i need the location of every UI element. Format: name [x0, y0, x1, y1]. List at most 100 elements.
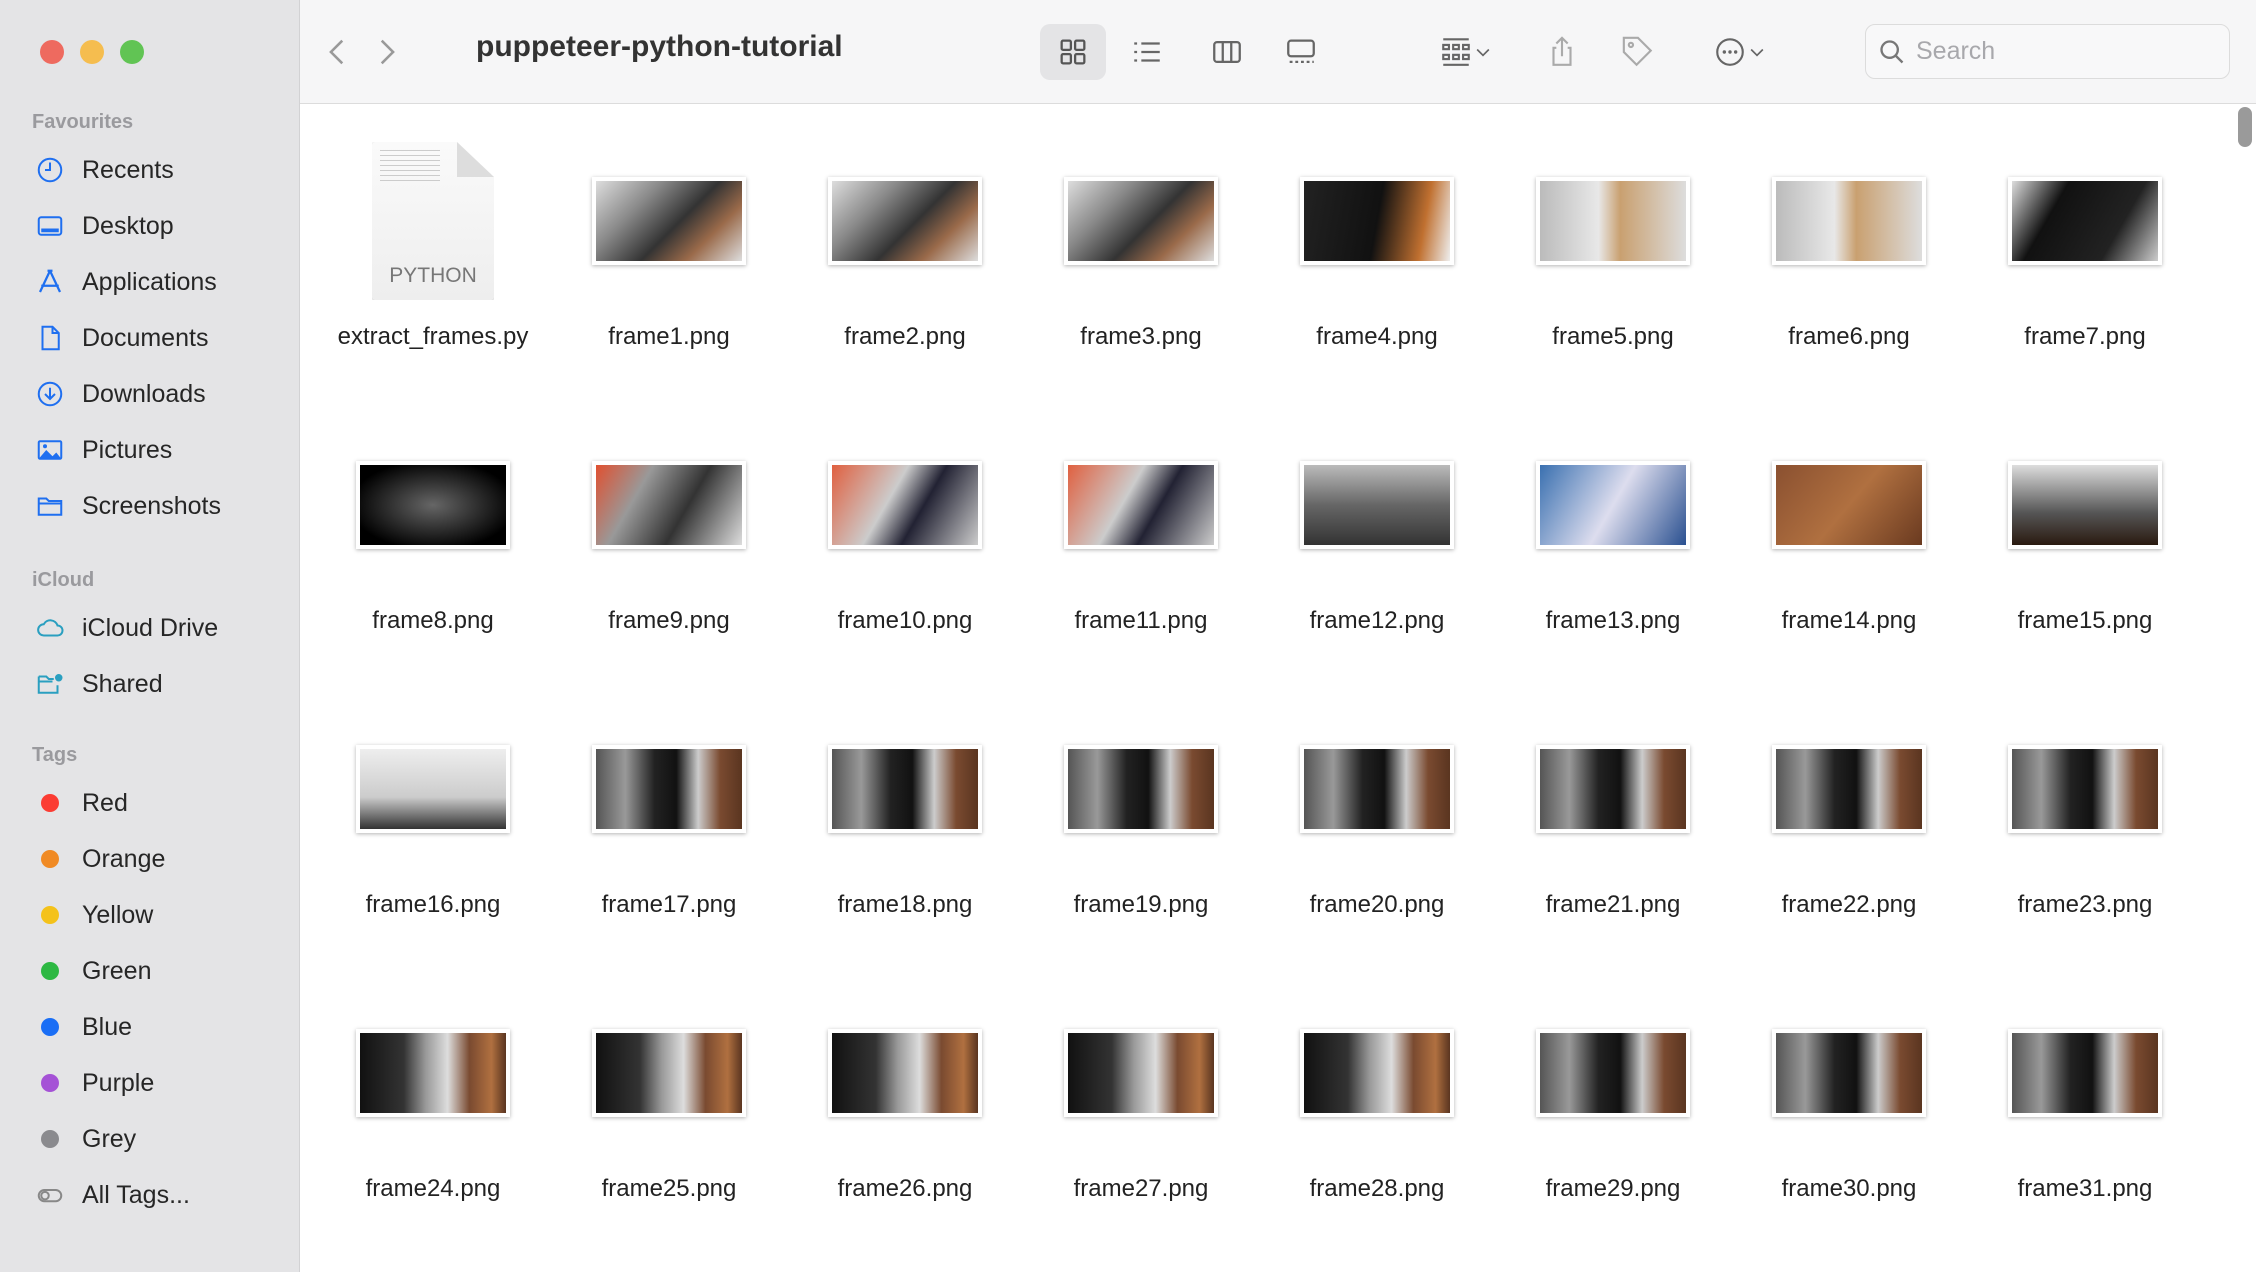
sidebar-item-all-tags[interactable]: All Tags... — [0, 1167, 299, 1223]
file-item[interactable]: frame4.png — [1259, 121, 1495, 405]
file-item[interactable]: frame10.png — [787, 405, 1023, 689]
list-view-button[interactable] — [1122, 28, 1172, 76]
file-item[interactable]: frame8.png — [315, 405, 551, 689]
gallery-icon — [1287, 39, 1315, 64]
file-item[interactable]: frame19.png — [1023, 689, 1259, 973]
sidebar-item-label: iCloud Drive — [82, 613, 219, 642]
file-item[interactable]: frame12.png — [1259, 405, 1495, 689]
file-item[interactable]: frame14.png — [1731, 405, 1967, 689]
file-name: frame5.png — [1552, 323, 1674, 350]
search-field[interactable] — [1865, 24, 2230, 79]
image-thumbnail — [1300, 1029, 1454, 1117]
image-thumbnail — [356, 461, 510, 549]
file-item[interactable]: frame30.png — [1731, 973, 1967, 1257]
sidebar-item-green[interactable]: Green — [0, 943, 299, 999]
sidebar-item-icloud-drive[interactable]: iCloud Drive — [0, 600, 299, 656]
sidebar-item-red[interactable]: Red — [0, 775, 299, 831]
sidebar-item-recents[interactable]: Recents — [0, 142, 299, 198]
file-item[interactable]: frame5.png — [1495, 121, 1731, 405]
close-button[interactable] — [40, 40, 64, 64]
tag-button[interactable] — [1616, 28, 1660, 76]
file-item[interactable]: frame20.png — [1259, 689, 1495, 973]
sidebar-item-documents[interactable]: Documents — [0, 310, 299, 366]
icon-view-button[interactable] — [1040, 24, 1106, 80]
file-item[interactable]: frame6.png — [1731, 121, 1967, 405]
file-name: frame26.png — [837, 1175, 973, 1202]
file-item[interactable]: frame28.png — [1259, 973, 1495, 1257]
file-icon-box — [551, 973, 787, 1173]
tag-dot-wrapper — [34, 899, 66, 931]
more-actions-button[interactable] — [1700, 28, 1780, 76]
share-button[interactable] — [1540, 28, 1584, 76]
sidebar-item-label: Red — [82, 788, 128, 817]
file-item[interactable]: frame25.png — [551, 973, 787, 1257]
image-thumbnail — [1300, 177, 1454, 265]
file-item[interactable]: frame11.png — [1023, 405, 1259, 689]
sidebar-item-label: Orange — [82, 844, 166, 873]
scrollbar[interactable] — [2238, 107, 2252, 147]
minimize-button[interactable] — [80, 40, 104, 64]
file-name: frame16.png — [365, 891, 501, 918]
file-item[interactable]: frame15.png — [1967, 405, 2203, 689]
sidebar-item-screenshots[interactable]: Screenshots — [0, 478, 299, 534]
file-item[interactable]: frame27.png — [1023, 973, 1259, 1257]
tag-color-icon — [41, 850, 59, 868]
file-item[interactable]: frame29.png — [1495, 973, 1731, 1257]
file-item[interactable]: frame7.png — [1967, 121, 2203, 405]
image-thumbnail — [1064, 1029, 1218, 1117]
image-thumbnail — [356, 1029, 510, 1117]
file-name: frame19.png — [1073, 891, 1209, 918]
sidebar-item-downloads[interactable]: Downloads — [0, 366, 299, 422]
image-thumbnail — [828, 177, 982, 265]
sidebar-item-purple[interactable]: Purple — [0, 1055, 299, 1111]
gallery-view-button[interactable] — [1276, 28, 1326, 76]
search-icon — [1880, 39, 1904, 63]
search-input[interactable] — [1916, 37, 2216, 66]
file-icon-box — [1967, 689, 2203, 889]
file-item[interactable]: frame1.png — [551, 121, 787, 405]
file-name: frame6.png — [1788, 323, 1910, 350]
file-name: frame22.png — [1781, 891, 1917, 918]
image-thumbnail — [592, 461, 746, 549]
sidebar-item-yellow[interactable]: Yellow — [0, 887, 299, 943]
column-view-button[interactable] — [1202, 28, 1252, 76]
sidebar-item-label: Blue — [82, 1012, 133, 1041]
sidebar-item-grey[interactable]: Grey — [0, 1111, 299, 1167]
file-item[interactable]: frame31.png — [1967, 973, 2203, 1257]
file-item[interactable]: frame21.png — [1495, 689, 1731, 973]
file-item[interactable]: frame24.png — [315, 973, 551, 1257]
grid-icon — [1060, 39, 1086, 65]
file-item[interactable]: frame18.png — [787, 689, 1023, 973]
file-item[interactable]: frame13.png — [1495, 405, 1731, 689]
file-icon-box — [551, 121, 787, 321]
sidebar-item-applications[interactable]: Applications — [0, 254, 299, 310]
sidebar-item-pictures[interactable]: Pictures — [0, 422, 299, 478]
tag-color-icon — [41, 962, 59, 980]
file-item[interactable]: frame22.png — [1731, 689, 1967, 973]
sidebar-item-shared[interactable]: Shared — [0, 656, 299, 712]
zoom-button[interactable] — [120, 40, 144, 64]
file-item[interactable]: frame17.png — [551, 689, 787, 973]
file-item[interactable]: frame26.png — [787, 973, 1023, 1257]
window-controls — [40, 40, 144, 64]
sidebar-item-desktop[interactable]: Desktop — [0, 198, 299, 254]
file-name: frame8.png — [372, 607, 494, 634]
file-icon-box — [1259, 121, 1495, 321]
file-item[interactable]: frame3.png — [1023, 121, 1259, 405]
forward-button[interactable] — [368, 28, 404, 76]
image-thumbnail — [1772, 177, 1926, 265]
sidebar-item-orange[interactable]: Orange — [0, 831, 299, 887]
file-item[interactable]: frame2.png — [787, 121, 1023, 405]
file-item[interactable]: frame16.png — [315, 689, 551, 973]
sidebar-item-blue[interactable]: Blue — [0, 999, 299, 1055]
file-item[interactable]: frame9.png — [551, 405, 787, 689]
clock-icon — [34, 154, 66, 186]
file-name: frame15.png — [2017, 607, 2153, 634]
back-button[interactable] — [320, 28, 356, 76]
file-item[interactable]: frame23.png — [1967, 689, 2203, 973]
file-icon-box — [1731, 973, 1967, 1173]
image-thumbnail — [2008, 1029, 2162, 1117]
file-item[interactable]: PYTHON extract_frames.py — [315, 121, 551, 405]
file-name: frame18.png — [837, 891, 973, 918]
group-by-button[interactable] — [1426, 28, 1506, 76]
